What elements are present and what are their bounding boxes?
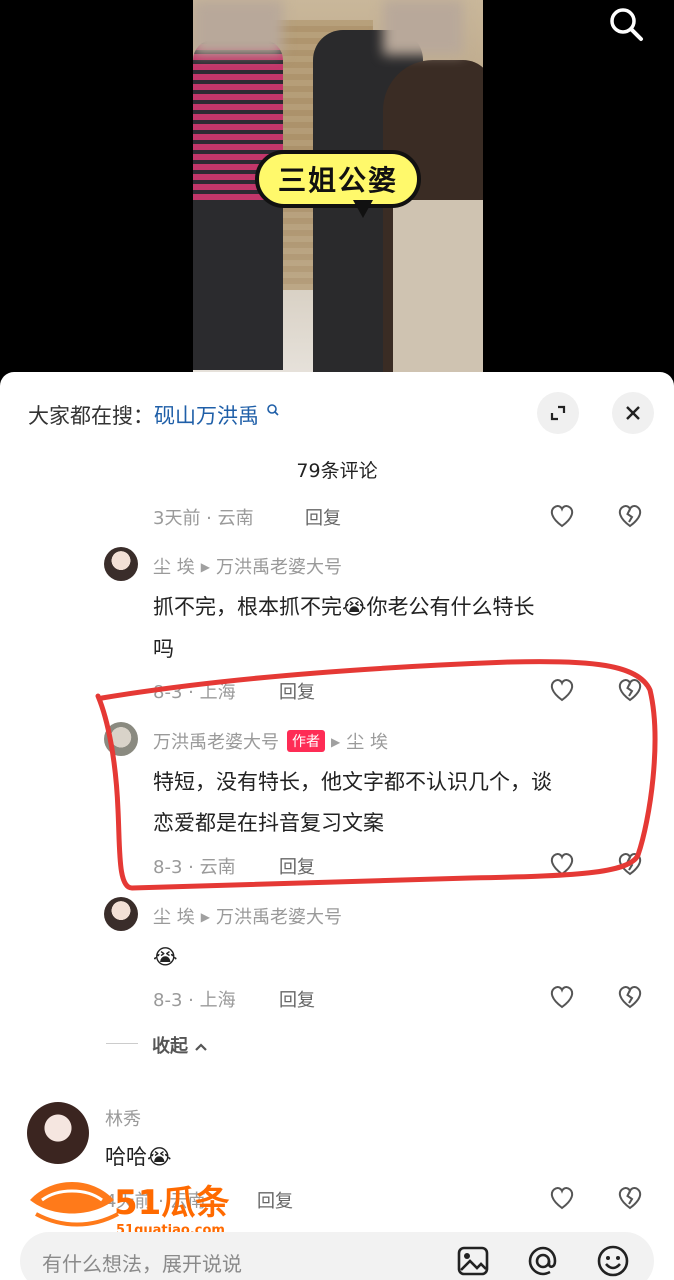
image-icon[interactable] <box>454 1242 492 1280</box>
mention-icon[interactable] <box>524 1242 562 1280</box>
dislike-icon[interactable] <box>615 848 645 878</box>
like-icon[interactable] <box>547 674 577 704</box>
comment-text: 吗 <box>153 637 174 661</box>
hot-search-prefix: 大家都在搜： <box>28 404 154 428</box>
search-icon[interactable] <box>606 4 646 44</box>
person-left-legs <box>193 200 283 370</box>
video-player[interactable]: 三姐公婆 <box>0 0 674 380</box>
comment-meta: 8-3 · 上海 <box>153 990 236 1011</box>
author-badge: 作者 <box>287 730 325 752</box>
comment-text: 恋爱都是在抖音复习文案 <box>153 811 384 835</box>
reply-button[interactable]: 回复 <box>305 504 341 530</box>
like-icon[interactable] <box>547 500 577 530</box>
dislike-icon[interactable] <box>615 500 645 530</box>
blurred-face <box>383 0 463 55</box>
avatar[interactable] <box>104 547 138 581</box>
dislike-icon[interactable] <box>615 981 645 1011</box>
emoji-icon[interactable] <box>594 1242 632 1280</box>
reply-to-name: 尘 埃 <box>346 732 388 753</box>
like-icon[interactable] <box>547 848 577 878</box>
reply-arrow-icon: ▶ <box>200 560 210 574</box>
reply-to-name: 万洪禹老婆大号 <box>215 557 342 578</box>
collapse-label: 收起 <box>152 1036 188 1057</box>
reply-button[interactable]: 回复 <box>257 1187 293 1213</box>
divider <box>106 1043 138 1044</box>
comment-input-placeholder: 有什么想法，展开说说 <box>42 1252 242 1276</box>
person-right-coat <box>393 200 483 372</box>
dislike-icon[interactable] <box>615 1182 645 1212</box>
sticker-bubble-tail <box>353 200 373 218</box>
reply-button[interactable]: 回复 <box>279 853 315 879</box>
reply-to-name: 万洪禹老婆大号 <box>215 907 342 928</box>
author-name: 尘 埃 <box>153 907 195 928</box>
comment-sheet: 大家都在搜：砚山万洪禹 79条评论 3天前 · 云南 回复 尘 埃 ▶ 万洪禹老婆大… <box>0 372 674 1280</box>
avatar[interactable] <box>104 897 138 931</box>
comment-author[interactable]: 尘 埃 ▶ 万洪禹老婆大号 <box>153 903 342 929</box>
comment-text: 抓不完，根本抓不完😭你老公有什么特长 <box>153 595 535 619</box>
dislike-icon[interactable] <box>615 674 645 704</box>
close-button[interactable] <box>612 392 654 434</box>
avatar[interactable] <box>104 722 138 756</box>
site-watermark: 51瓜条 51guatiao.com <box>30 1182 229 1238</box>
comment-author[interactable]: 万洪禹老婆大号 作者 ▶ 尘 埃 <box>153 728 388 754</box>
comment-author[interactable]: 尘 埃 ▶ 万洪禹老婆大号 <box>153 553 342 579</box>
reply-button[interactable]: 回复 <box>279 986 315 1012</box>
like-icon[interactable] <box>547 981 577 1011</box>
reply-button[interactable]: 回复 <box>279 678 315 704</box>
video-frame: 三姐公婆 <box>193 0 483 372</box>
chevron-up-icon <box>195 1043 208 1051</box>
comment-meta: 3天前 · 云南 <box>153 508 254 529</box>
expand-icon <box>550 405 566 421</box>
reply-arrow-icon: ▶ <box>200 910 210 924</box>
comment-text: 😭 <box>153 945 178 969</box>
close-icon <box>626 406 640 420</box>
reply-arrow-icon: ▶ <box>331 735 341 749</box>
expand-button[interactable] <box>537 392 579 434</box>
collapse-replies-button[interactable]: 收起 <box>152 1032 208 1058</box>
watermark-brand: 51瓜条 <box>114 1183 229 1223</box>
author-name: 万洪禹老婆大号 <box>153 732 279 753</box>
like-icon[interactable] <box>547 1182 577 1212</box>
sticker-bubble: 三姐公婆 <box>255 150 421 208</box>
blurred-face <box>193 0 283 55</box>
hot-search-bar[interactable]: 大家都在搜：砚山万洪禹 <box>28 400 280 430</box>
avatar[interactable] <box>27 1102 89 1164</box>
author-name: 尘 埃 <box>153 557 195 578</box>
comment-text: 特短，没有特长，他文字都不认识几个，谈 <box>153 770 552 794</box>
comment-meta: 8-3 · 上海 <box>153 682 236 703</box>
hot-search-link[interactable]: 砚山万洪禹 <box>154 404 259 428</box>
comment-count: 79条评论 <box>296 460 378 482</box>
small-search-icon <box>266 404 279 416</box>
comment-input[interactable]: 有什么想法，展开说说 <box>20 1232 654 1280</box>
comment-meta: 8-3 · 云南 <box>153 857 236 878</box>
author-name[interactable]: 林秀 <box>105 1105 141 1131</box>
